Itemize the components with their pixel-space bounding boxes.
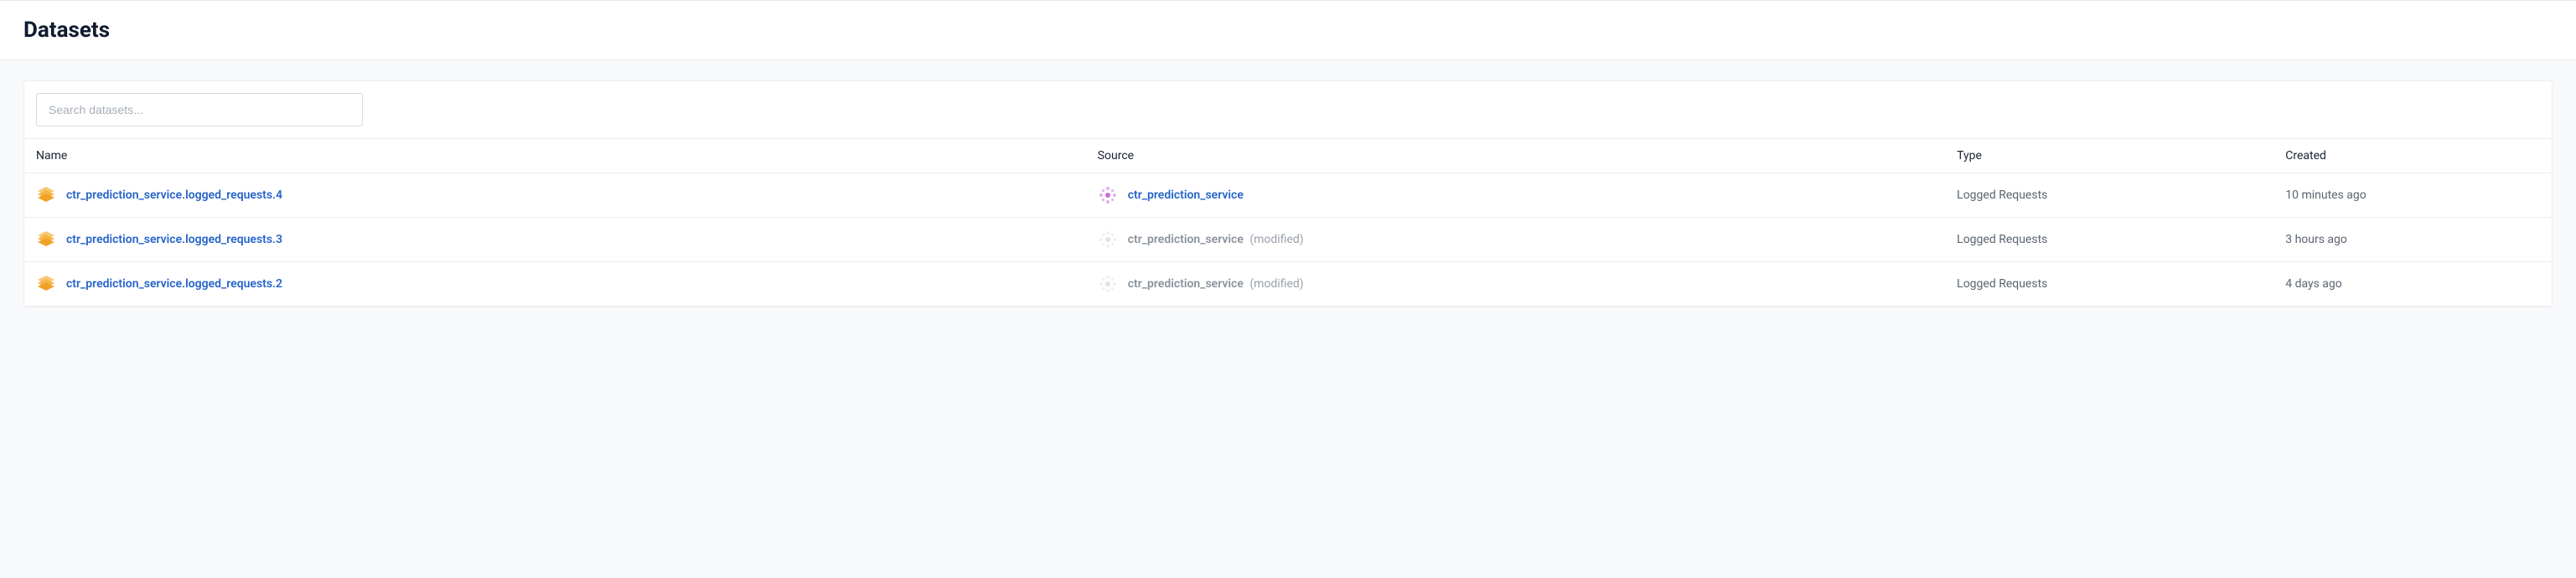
page-header: Datasets — [0, 0, 2576, 60]
search-input[interactable] — [36, 93, 363, 126]
created-label: 3 hours ago — [2285, 233, 2347, 246]
dataset-name-link[interactable]: ctr_prediction_service.logged_requests.3 — [66, 233, 282, 246]
type-label: Logged Requests — [1957, 188, 2047, 202]
table-header-row: Name Source Type Created — [24, 139, 2552, 173]
dataset-name-link[interactable]: ctr_prediction_service.logged_requests.2 — [66, 277, 282, 291]
table-row: ctr_prediction_service.logged_requests.2 — [24, 262, 2552, 307]
datasets-panel: Name Source Type Created — [23, 80, 2553, 307]
source-suffix: (modified) — [1249, 233, 1303, 246]
dataset-name-link[interactable]: ctr_prediction_service.logged_requests.4 — [66, 188, 282, 202]
type-label: Logged Requests — [1957, 233, 2047, 246]
col-header-source: Source — [1086, 139, 1945, 173]
source-link[interactable]: ctr_prediction_service — [1128, 233, 1244, 246]
dataset-icon — [36, 230, 56, 250]
source-icon — [1098, 185, 1118, 205]
dataset-icon — [36, 274, 56, 294]
page-title: Datasets — [23, 18, 2553, 43]
type-label: Logged Requests — [1957, 277, 2047, 291]
table-row: ctr_prediction_service.logged_requests.3 — [24, 218, 2552, 262]
source-link[interactable]: ctr_prediction_service — [1128, 277, 1244, 291]
datasets-table: Name Source Type Created — [24, 138, 2552, 307]
col-header-name: Name — [24, 139, 1086, 173]
source-icon — [1098, 274, 1118, 294]
search-wrap — [24, 81, 2552, 138]
table-row: ctr_prediction_service.logged_requests.4 — [24, 173, 2552, 218]
source-link[interactable]: ctr_prediction_service — [1128, 188, 1244, 202]
source-suffix: (modified) — [1249, 277, 1303, 291]
created-label: 4 days ago — [2285, 277, 2342, 291]
dataset-icon — [36, 185, 56, 205]
col-header-created: Created — [2273, 139, 2552, 173]
col-header-type: Type — [1945, 139, 2273, 173]
source-icon — [1098, 230, 1118, 250]
created-label: 10 minutes ago — [2285, 188, 2367, 202]
